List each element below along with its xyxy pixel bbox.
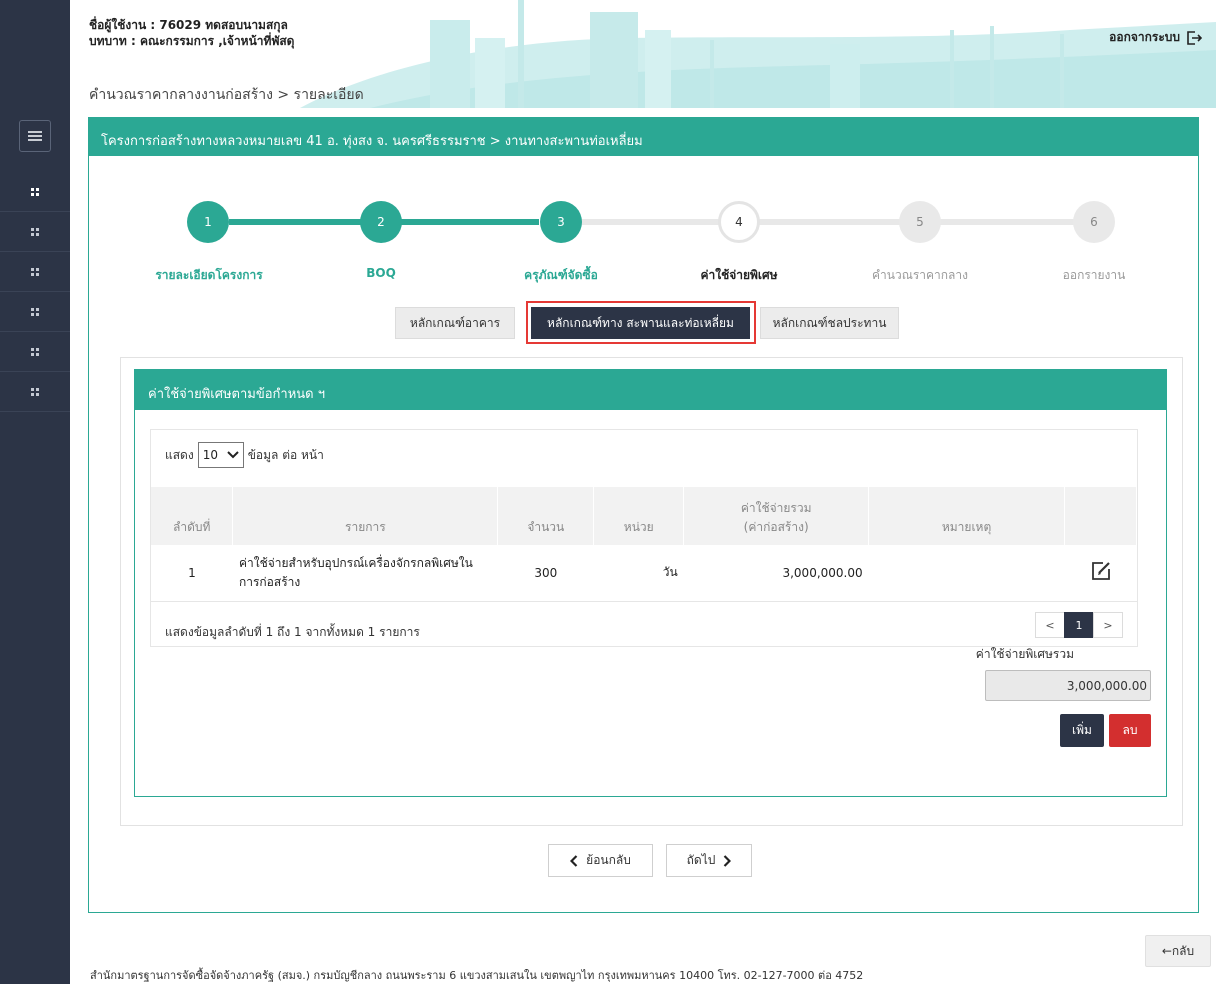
page-length-value: 10 — [202, 448, 218, 462]
pager-next-button[interactable]: > — [1093, 612, 1123, 638]
cell-item-line1: ค่าใช้จ่ายสำหรับอุปกรณ์เครื่องจักรกลพิเศ… — [238, 555, 473, 570]
page-length-control: แสดง 10 ข้อมูล ต่อ หน้า — [165, 442, 324, 468]
user-role: บทบาท : คณะกรรมการ ,เจ้าหน้าที่พัสดุ — [89, 34, 295, 48]
grid-icon — [31, 307, 39, 316]
col-item[interactable]: รายการ — [232, 487, 499, 545]
step-2-label[interactable]: BOQ — [366, 266, 396, 280]
table-info: แสดงข้อมูลลำดับที่ 1 ถึง 1 จากทั้งหมด 1 … — [165, 625, 420, 639]
tab-irrigation-criteria[interactable]: หลักเกณฑ์ชลประทาน — [760, 307, 899, 339]
step-2[interactable]: 2 — [360, 201, 402, 243]
project-panel: โครงการก่อสร้างทางหลวงหมายเลข 41 อ. ทุ่ง… — [88, 117, 1199, 913]
col-total[interactable]: ค่าใช้จ่ายรวม (ค่าก่อสร้าง) — [683, 487, 870, 545]
edit-icon[interactable] — [1090, 560, 1112, 582]
page-length-select[interactable]: 10 — [197, 442, 244, 468]
next-step-button[interactable]: ถัดไป — [666, 844, 752, 877]
pagination: < 1 > — [1035, 612, 1123, 638]
step-4[interactable]: 4 — [718, 201, 760, 243]
length-prefix: แสดง — [165, 447, 194, 462]
col-total-line2: (ค่าก่อสร้าง) — [743, 520, 809, 534]
step-2-number: 2 — [377, 215, 385, 229]
stepper-line-pending — [559, 219, 1089, 225]
cell-remark — [868, 545, 1065, 602]
special-costs-table: ลำดับที่ รายการ จำนวน หน่วย ค่าใช้จ่ายรว… — [151, 487, 1137, 602]
page-header: ชื่อผู้ใช้งาน : 76029 ทดสอบนามสกุล บทบาท… — [70, 0, 1216, 108]
grid-icon — [31, 227, 39, 236]
step-3[interactable]: 3 — [540, 201, 582, 243]
total-label: ค่าใช้จ่ายพิเศษรวม — [975, 647, 1074, 661]
step-4-label[interactable]: ค่าใช้จ่ายพิเศษ — [700, 266, 777, 285]
step-5-number: 5 — [916, 215, 924, 229]
cell-no: 1 — [151, 545, 233, 602]
tab-road-bridge-criteria[interactable]: หลักเกณฑ์ทาง สะพานและท่อเหลี่ยม — [531, 307, 750, 339]
delete-button[interactable]: ลบ — [1109, 714, 1151, 747]
tab-road-bridge-criteria-label: หลักเกณฑ์ทาง สะพานและท่อเหลี่ยม — [547, 315, 734, 330]
sidebar-item-5[interactable] — [0, 332, 70, 372]
step-1[interactable]: 1 — [187, 201, 229, 243]
col-remark[interactable]: หมายเหตุ — [868, 487, 1065, 545]
cell-total: 3,000,000.00 — [683, 545, 869, 602]
pager-page-1[interactable]: 1 — [1064, 612, 1094, 638]
sidebar-item-4[interactable] — [0, 292, 70, 332]
project-title: โครงการก่อสร้างทางหลวงหมายเลข 41 อ. ทุ่ง… — [89, 118, 1198, 156]
logout-label: ออกจากระบบ — [1109, 30, 1180, 44]
table-row[interactable]: 1 ค่าใช้จ่ายสำหรับอุปกรณ์เครื่องจักรกลพิ… — [151, 545, 1137, 602]
col-total-line1: ค่าใช้จ่ายรวม — [740, 501, 812, 515]
chevron-down-icon — [227, 451, 239, 459]
step-3-label[interactable]: ครุภัณฑ์จัดซื้อ — [524, 266, 598, 285]
step-6[interactable]: 6 — [1073, 201, 1115, 243]
cell-action — [1064, 545, 1137, 602]
page-back-button[interactable]: ←กลับ — [1145, 935, 1211, 967]
table-header-row: ลำดับที่ รายการ จำนวน หน่วย ค่าใช้จ่ายรว… — [151, 487, 1137, 545]
add-button[interactable]: เพิ่ม — [1060, 714, 1104, 747]
logout-button[interactable]: ออกจากระบบ — [1109, 28, 1202, 47]
cell-item: ค่าใช้จ่ายสำหรับอุปกรณ์เครื่องจักรกลพิเศ… — [232, 545, 498, 602]
special-costs-table-container: แสดง 10 ข้อมูล ต่อ หน้า ลำดับที่ รายการ … — [150, 429, 1138, 647]
col-no[interactable]: ลำดับที่ — [151, 487, 234, 545]
hamburger-icon — [28, 131, 42, 141]
cell-unit: วัน — [593, 545, 684, 602]
col-unit[interactable]: หน่วย — [593, 487, 685, 545]
step-4-number: 4 — [735, 215, 743, 229]
grid-icon — [31, 387, 39, 396]
sidebar-item-2[interactable] — [0, 212, 70, 252]
step-6-label[interactable]: ออกรายงาน — [1063, 266, 1126, 285]
step-5[interactable]: 5 — [899, 201, 941, 243]
cell-quantity: 300 — [497, 545, 594, 602]
chevron-right-icon — [724, 854, 732, 867]
chevron-left-icon — [570, 854, 578, 867]
tab-building-criteria-label: หลักเกณฑ์อาคาร — [409, 315, 501, 330]
special-costs-title: ค่าใช้จ่ายพิเศษตามข้อกำหนด ฯ — [135, 370, 1166, 410]
sidebar — [0, 0, 70, 984]
total-field[interactable]: 3,000,000.00 — [985, 670, 1151, 701]
grid-icon — [31, 187, 39, 196]
tab-building-criteria[interactable]: หลักเกณฑ์อาคาร — [395, 307, 515, 339]
breadcrumb: คำนวณราคากลางงานก่อสร้าง > รายละเอียด — [89, 87, 364, 103]
step-5-label[interactable]: คำนวณราคากลาง — [872, 266, 968, 285]
step-1-number: 1 — [204, 215, 212, 229]
cell-item-line2: การก่อสร้าง — [238, 574, 301, 589]
special-costs-panel: ค่าใช้จ่ายพิเศษตามข้อกำหนด ฯ แสดง 10 ข้อ… — [134, 369, 1167, 797]
tab-irrigation-criteria-label: หลักเกณฑ์ชลประทาน — [772, 315, 887, 330]
hamburger-menu-button[interactable] — [19, 120, 51, 152]
step-3-number: 3 — [557, 215, 565, 229]
pager-prev-button[interactable]: < — [1035, 612, 1065, 638]
col-action — [1064, 487, 1137, 545]
length-suffix: ข้อมูล ต่อ หน้า — [247, 447, 324, 462]
next-step-label: ถัดไป — [686, 853, 716, 867]
sidebar-item-6[interactable] — [0, 372, 70, 412]
logout-icon — [1187, 30, 1202, 45]
step-6-number: 6 — [1090, 215, 1098, 229]
grid-icon — [31, 267, 39, 276]
footer-address: สำนักมาตรฐานการจัดซื้อจัดจ้างภาครัฐ (สมจ… — [90, 969, 864, 982]
previous-step-label: ย้อนกลับ — [586, 853, 631, 867]
sidebar-item-1[interactable] — [0, 172, 70, 212]
previous-step-button[interactable]: ย้อนกลับ — [548, 844, 653, 877]
sidebar-item-3[interactable] — [0, 252, 70, 292]
grid-icon — [31, 347, 39, 356]
col-quantity[interactable]: จำนวน — [497, 487, 595, 545]
step-1-label[interactable]: รายละเอียดโครงการ — [155, 266, 262, 285]
